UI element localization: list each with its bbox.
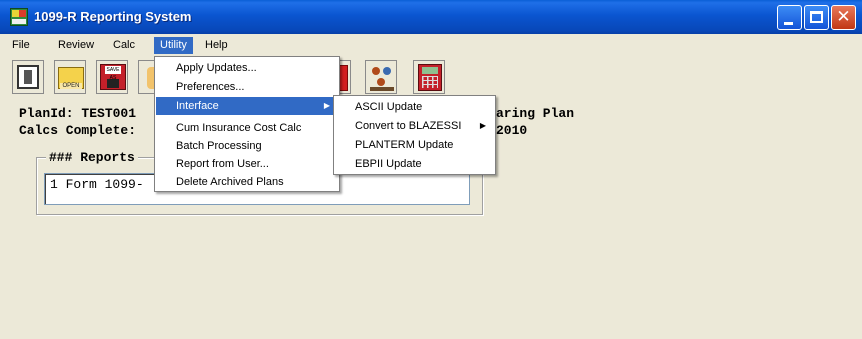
plan-id-label: PlanId: TEST001 bbox=[19, 106, 137, 121]
submenu-item-ascii-update[interactable]: ASCII Update bbox=[335, 98, 494, 116]
menu-item-interface[interactable]: Interface ▶ bbox=[156, 97, 338, 115]
list-item[interactable]: 1 Form 1099- bbox=[50, 177, 144, 192]
submenu-arrow-icon: ▶ bbox=[323, 101, 330, 110]
menu-help[interactable]: Help bbox=[199, 37, 234, 54]
menu-file[interactable]: File bbox=[6, 37, 36, 54]
reports-groupbox-label: ### Reports bbox=[46, 150, 138, 165]
window-title: 1099-R Reporting System bbox=[34, 9, 192, 24]
submenu-item-planterm-update[interactable]: PLANTERM Update bbox=[335, 136, 494, 154]
menu-bar: File Review Calc Utility Help bbox=[0, 34, 862, 56]
menu-item-report-from-user[interactable]: Report from User... bbox=[156, 155, 338, 173]
interface-submenu: ASCII Update Convert to BLAZESSI ▶ PLANT… bbox=[333, 95, 496, 175]
app-icon[interactable] bbox=[10, 8, 28, 26]
title-bar[interactable]: 1099-R Reporting System ✕ bbox=[0, 0, 862, 34]
menu-item-interface-label: Interface bbox=[176, 100, 219, 112]
close-icon: ✕ bbox=[836, 7, 851, 27]
menu-item-batch-processing[interactable]: Batch Processing bbox=[156, 137, 338, 155]
submenu-item-convert-label: Convert to BLAZESSI bbox=[355, 120, 462, 132]
open-button[interactable]: OPEN bbox=[54, 60, 86, 94]
submenu-arrow-icon: ▶ bbox=[479, 121, 486, 130]
minimize-icon bbox=[784, 22, 793, 25]
save-as-button[interactable]: SAVE AS bbox=[96, 60, 128, 94]
minimize-button[interactable] bbox=[777, 5, 802, 30]
menu-item-preferences[interactable]: Preferences... bbox=[156, 78, 338, 96]
maximize-button[interactable] bbox=[804, 5, 829, 30]
close-button[interactable]: ✕ bbox=[831, 5, 856, 30]
people-button[interactable] bbox=[365, 60, 397, 94]
menu-utility[interactable]: Utility bbox=[154, 37, 193, 54]
calcs-complete-label: Calcs Complete: bbox=[19, 123, 137, 138]
menu-item-cum-insurance-cost-calc[interactable]: Cum Insurance Cost Calc bbox=[156, 119, 338, 137]
menu-item-apply-updates[interactable]: Apply Updates... bbox=[156, 59, 338, 77]
utility-menu-dropdown: Apply Updates... Preferences... Interfac… bbox=[154, 56, 340, 192]
maximize-icon bbox=[810, 11, 823, 23]
submenu-item-ebpii-update[interactable]: EBPII Update bbox=[335, 155, 494, 173]
calcs-date-text: 2010 bbox=[496, 123, 528, 138]
save-label: SAVE AS bbox=[105, 66, 121, 81]
exit-button[interactable] bbox=[12, 60, 44, 94]
toolbar: OPEN SAVE AS bbox=[0, 56, 862, 100]
menu-review[interactable]: Review bbox=[52, 37, 100, 54]
plan-name-text: aring Plan bbox=[496, 106, 575, 121]
menu-item-delete-archived-plans[interactable]: Delete Archived Plans bbox=[156, 173, 338, 191]
submenu-item-convert-to-blazessi[interactable]: Convert to BLAZESSI ▶ bbox=[335, 117, 494, 135]
people-icon bbox=[372, 67, 380, 75]
calculator-button[interactable] bbox=[413, 60, 445, 94]
open-label: OPEN bbox=[60, 83, 82, 89]
app-window: 1099-R Reporting System ✕ File Review Ca… bbox=[0, 0, 862, 339]
menu-calc[interactable]: Calc bbox=[107, 37, 141, 54]
